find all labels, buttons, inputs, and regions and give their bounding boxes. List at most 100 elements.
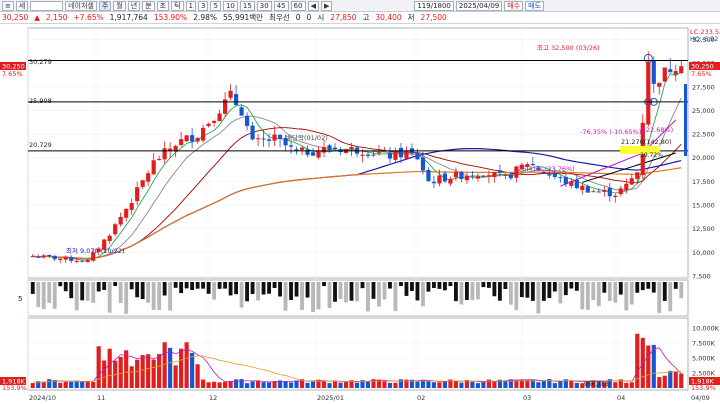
count-input[interactable]: 119/1800 (414, 0, 454, 11)
period-month-button[interactable]: 월 (113, 0, 126, 11)
candle-body (415, 153, 420, 160)
oscillator-bar (426, 282, 431, 292)
volume-bar (179, 348, 184, 388)
interval-60-button[interactable]: 60 (290, 0, 306, 11)
oscillator-bar (294, 282, 299, 297)
oscillator-bar (415, 282, 420, 301)
volume-bar (398, 379, 404, 388)
oscillator-bar (289, 282, 293, 300)
candle-body (239, 107, 244, 116)
candle-body (365, 154, 371, 156)
candle[interactable] (113, 222, 118, 237)
candle-body (431, 181, 437, 184)
candle-body (146, 173, 151, 182)
candle-body (244, 115, 250, 126)
candle-body (624, 183, 629, 190)
volume-bar (646, 345, 651, 388)
interval-5-button[interactable]: 5 (210, 0, 221, 11)
interval-30-button[interactable]: 30 (256, 0, 272, 11)
price-scroll-bar[interactable] (684, 84, 687, 156)
volume-bar (393, 382, 398, 388)
chart-toolbar: ≡ 세 007390 네이처셀 주 월 년 분 초 틱 1 3 5 10 15 … (0, 0, 720, 12)
candle-body (371, 154, 376, 156)
interval-3-button[interactable]: 3 (198, 0, 209, 11)
candle-body (63, 256, 68, 260)
change-percent: +7.65% (73, 13, 104, 22)
date-axis-tick: 04/09 (691, 394, 710, 402)
period-second-button[interactable]: 초 (156, 0, 170, 11)
interval-45-button[interactable]: 45 (273, 0, 289, 11)
vertical-mode-button[interactable]: 세 (15, 0, 29, 11)
period-year-button[interactable]: 년 (127, 0, 141, 11)
candle-body (635, 172, 640, 179)
oscillator-bar (151, 282, 156, 311)
volume-bar (431, 382, 437, 388)
candle-body (310, 152, 316, 156)
oscillator-bar (267, 282, 271, 294)
volume-bar (475, 383, 480, 388)
volume-bar (365, 381, 371, 388)
menu-icon[interactable]: ≡ (2, 0, 14, 11)
volume-axis-tick: 10,000K (692, 325, 720, 333)
scroll-right-icon[interactable]: ▶ (320, 0, 333, 11)
candle-body (288, 145, 294, 147)
candle-body (228, 90, 233, 98)
interval-15-button[interactable]: 15 (239, 0, 255, 11)
volume-bar (212, 381, 217, 388)
candle-body (327, 145, 332, 150)
oscillator-bar (514, 282, 519, 311)
stock-code-input[interactable]: 007390 (30, 0, 64, 11)
period-tick-button[interactable]: 틱 (171, 0, 184, 11)
period-week-button[interactable]: 주 (98, 0, 112, 11)
oscillator-bar (179, 282, 184, 294)
candle-body (52, 255, 57, 260)
sell-button[interactable]: 매도 (525, 0, 545, 11)
oscillator-bar (245, 282, 250, 302)
volume-bar (30, 383, 35, 388)
oscillator-bar (519, 282, 524, 298)
oscillator-bar (327, 282, 332, 309)
oscillator-bar (536, 282, 541, 314)
volume-bar (426, 381, 431, 388)
volume-bar (255, 380, 261, 388)
oscillator-bar (547, 282, 552, 299)
volume-bar (679, 373, 684, 388)
volume-bar (69, 381, 74, 388)
oscillator-bar (503, 282, 508, 289)
interval-1-button[interactable]: 1 (185, 0, 197, 11)
buy-button[interactable]: 매수 (504, 0, 524, 11)
oscillator-bar (454, 282, 458, 302)
period-minute-button[interactable]: 분 (142, 0, 155, 11)
candle-body (470, 175, 475, 177)
interval-10-button[interactable]: 10 (222, 0, 238, 11)
volume-bar (206, 382, 211, 388)
candle-body (36, 256, 41, 258)
ratio-label: 20.72% (640, 152, 663, 159)
candle[interactable] (184, 135, 189, 142)
price-axis-tick: 10,000 (692, 249, 715, 257)
stock-chart[interactable]: 30,250 7.65% 30,279 25,908 20,729 5 1,91… (0, 24, 720, 404)
volume-bar (662, 375, 667, 388)
oscillator-bar (300, 282, 304, 311)
oscillator-bar (91, 282, 96, 303)
stock-name-label[interactable]: 네이처셀 (65, 0, 97, 11)
volume-bar (332, 380, 338, 388)
oscillator-bar (30, 282, 35, 294)
candle-body (184, 135, 189, 142)
scroll-left-icon[interactable]: ◀ (307, 0, 319, 11)
volume-bar (657, 377, 662, 388)
oscillator-bar (217, 282, 222, 289)
volume-bar (503, 380, 508, 388)
oscillator-bar (486, 282, 491, 288)
candle[interactable] (662, 67, 667, 82)
oscillator-bar (113, 282, 118, 287)
volume-bar (382, 381, 387, 388)
oscillator-bar (58, 282, 63, 287)
oscillator-bar (146, 282, 151, 303)
candle[interactable] (646, 51, 651, 127)
candle-body (118, 216, 123, 225)
date-input[interactable]: 2025/04/09 (455, 0, 503, 11)
oscillator-bar (118, 282, 123, 304)
price-axis-tick: 17,500 (692, 178, 715, 186)
oscillator-bar (333, 282, 337, 302)
